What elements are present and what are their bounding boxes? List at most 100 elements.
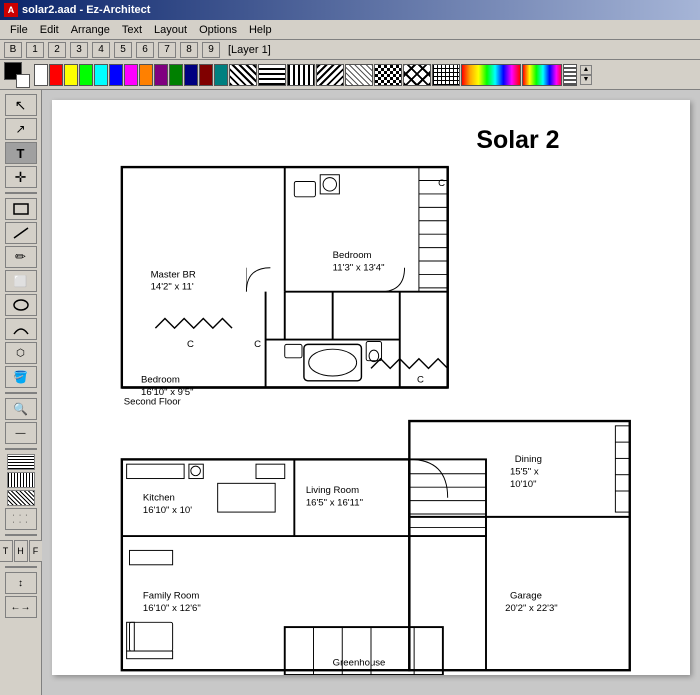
swatch-pattern1[interactable]	[229, 64, 257, 86]
layer-btn-2[interactable]: 2	[48, 42, 66, 58]
tool-arrow2[interactable]: ↗	[5, 118, 37, 140]
tool-move[interactable]: ✛	[5, 166, 37, 188]
layer-btn-1[interactable]: 1	[26, 42, 44, 58]
tool-pattern2[interactable]	[7, 472, 35, 488]
main-area: ↖ ↗ T ✛ ✏ ⬜ ⬡ 🪣 🔍 — · · ·· · ·	[0, 90, 700, 695]
layer-bar: B 1 2 3 4 5 6 7 8 9 [Layer 1]	[0, 40, 700, 60]
swatch-magenta[interactable]	[124, 64, 138, 86]
swatch-multicolor[interactable]	[522, 64, 562, 86]
layer-btn-6[interactable]: 6	[136, 42, 154, 58]
label-garage: Garage	[510, 590, 542, 601]
swatch-red[interactable]	[49, 64, 63, 86]
size-familyroom: 16'10" x 12'6"	[143, 603, 201, 614]
closet-c1: C	[438, 178, 445, 189]
canvas-area[interactable]: Solar 2	[42, 90, 700, 695]
char-h[interactable]: H	[14, 540, 28, 562]
layer-btn-3[interactable]: 3	[70, 42, 88, 58]
tool-circle[interactable]	[5, 294, 37, 316]
size-livingroom: 16'5" x 16'11"	[306, 497, 363, 508]
swatch-pattern6[interactable]	[374, 64, 402, 86]
tool-leftright[interactable]: ←→	[5, 596, 37, 618]
swatch-pattern8[interactable]	[432, 64, 460, 86]
label-familyroom: Family Room	[143, 590, 199, 601]
label-bedroom2: Bedroom	[141, 375, 180, 386]
size-garage: 20'2" x 22'3"	[505, 603, 558, 614]
swatch-navy[interactable]	[184, 64, 198, 86]
separator4	[5, 534, 37, 536]
swatch-cyan[interactable]	[94, 64, 108, 86]
separator1	[5, 192, 37, 194]
title-bar: A solar2.aad - Ez-Architect	[0, 0, 700, 20]
char-f[interactable]: F	[29, 540, 43, 562]
menu-arrange[interactable]: Arrange	[65, 22, 116, 38]
menu-layout[interactable]: Layout	[148, 22, 193, 38]
swatch-yellow[interactable]	[64, 64, 78, 86]
menu-file[interactable]: File	[4, 22, 34, 38]
label-second-floor: Second Floor	[124, 397, 182, 408]
swatch-purple[interactable]	[154, 64, 168, 86]
tool-pencil[interactable]: ✏	[5, 246, 37, 268]
swatch-darkgreen[interactable]	[169, 64, 183, 86]
tool-polygon[interactable]: ⬡	[5, 342, 37, 364]
swatch-white[interactable]	[34, 64, 48, 86]
tool-fill[interactable]: 🪣	[5, 366, 37, 388]
tool-pattern3[interactable]	[7, 490, 35, 506]
swatch-pattern7[interactable]	[403, 64, 431, 86]
menu-help[interactable]: Help	[243, 22, 278, 38]
swatch-blue[interactable]	[109, 64, 123, 86]
black-white-selector[interactable]	[4, 62, 30, 88]
size-dining1: 15'5" x	[510, 467, 539, 478]
tool-dots[interactable]: · · ·· · ·	[5, 508, 37, 530]
menu-options[interactable]: Options	[193, 22, 243, 38]
tool-pattern1[interactable]	[7, 454, 35, 470]
tool-zoom-in[interactable]: 🔍	[5, 398, 37, 420]
swatch-teal[interactable]	[214, 64, 228, 86]
swatch-rainbow[interactable]	[461, 64, 521, 86]
size-masterbr: 14'2" x 11'	[151, 282, 194, 293]
tool-arc[interactable]	[5, 318, 37, 340]
char-t[interactable]: T	[0, 540, 13, 562]
tool-select[interactable]: ↖	[5, 94, 37, 116]
floor-plan-svg: Solar 2	[52, 100, 690, 675]
label-masterbr: Master BR	[151, 269, 196, 280]
swatch-green[interactable]	[79, 64, 93, 86]
plan-title: Solar 2	[476, 126, 559, 154]
label-dining: Dining	[515, 454, 542, 465]
layer-btn-4[interactable]: 4	[92, 42, 110, 58]
layer-btn-b[interactable]: B	[4, 42, 22, 58]
tool-eraser[interactable]: ⬜	[5, 270, 37, 292]
layer-btn-5[interactable]: 5	[114, 42, 132, 58]
swatch-orange[interactable]	[139, 64, 153, 86]
menu-bar: File Edit Arrange Text Layout Options He…	[0, 20, 700, 40]
layer-btn-8[interactable]: 8	[180, 42, 198, 58]
tool-zoom-out[interactable]: —	[5, 422, 37, 444]
layer-label: [Layer 1]	[228, 44, 271, 56]
menu-edit[interactable]: Edit	[34, 22, 65, 38]
swatch-pattern4[interactable]	[316, 64, 344, 86]
tool-arrows[interactable]: ↕	[5, 572, 37, 594]
layer-btn-9[interactable]: 9	[202, 42, 220, 58]
color-palette: ▲ ▼	[0, 60, 700, 90]
drawing-canvas: Solar 2	[52, 100, 690, 675]
swatch-stripes-v[interactable]	[563, 64, 577, 86]
app-title: solar2.aad - Ez-Architect	[22, 4, 150, 16]
closet-c3: C	[254, 339, 261, 350]
swatch-maroon[interactable]	[199, 64, 213, 86]
size-kitchen: 16'10" x 10'	[143, 505, 192, 516]
swatch-pattern2[interactable]	[258, 64, 286, 86]
tool-text[interactable]: T	[5, 142, 37, 164]
app-icon: A	[4, 3, 18, 17]
tool-line[interactable]	[5, 222, 37, 244]
separator2	[5, 392, 37, 394]
layer-btn-7[interactable]: 7	[158, 42, 176, 58]
size-dining2: 10'10"	[510, 479, 537, 490]
label-livingroom: Living Room	[306, 485, 359, 496]
menu-text[interactable]: Text	[116, 22, 148, 38]
label-greenhouse: Greenhouse	[333, 657, 386, 668]
tool-rect[interactable]	[5, 198, 37, 220]
swatch-pattern5[interactable]	[345, 64, 373, 86]
closet-c4: C	[417, 375, 424, 386]
palette-scroll[interactable]: ▲ ▼	[580, 65, 592, 85]
swatch-pattern3[interactable]	[287, 64, 315, 86]
staircase-first	[409, 474, 486, 528]
